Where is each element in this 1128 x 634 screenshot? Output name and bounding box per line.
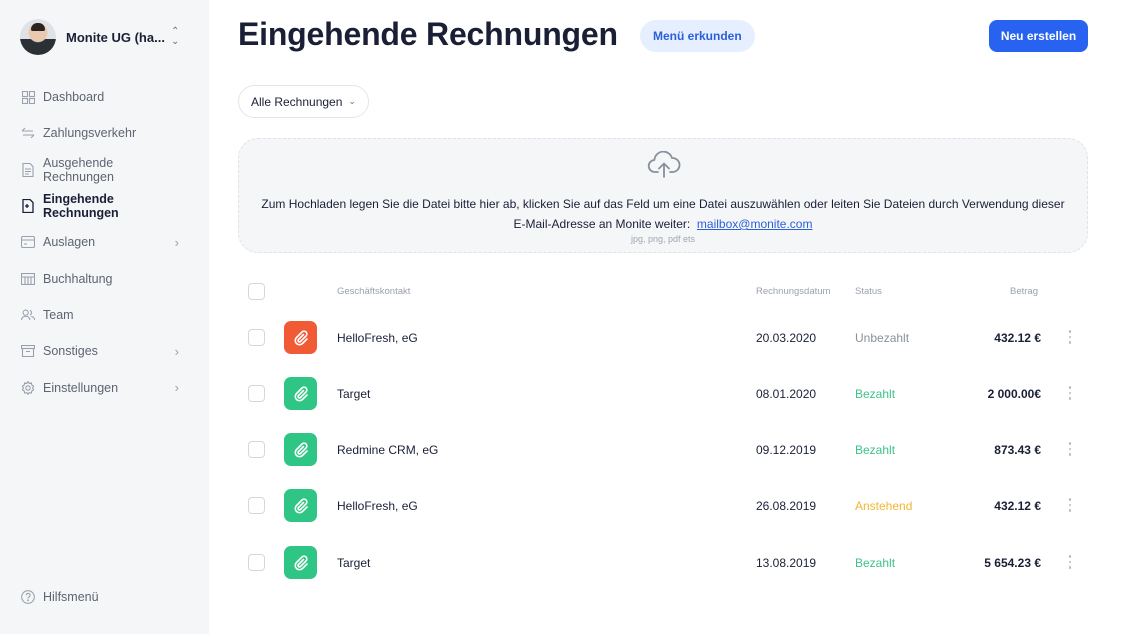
dropzone-file-types: jpg, png, pdf ets xyxy=(630,234,696,244)
row-status: Anstehend xyxy=(855,499,913,513)
row-amount: 5 654.23 € xyxy=(984,556,1041,570)
row-date: 20.03.2020 xyxy=(756,331,817,345)
company-name: Monite UG (ha... xyxy=(66,29,165,45)
transfer-icon xyxy=(21,126,35,140)
mailbox-email-link[interactable]: mailbox@monite.com xyxy=(697,217,813,231)
dropzone-line-2: E-Mail-Adresse an Monite weiter: mailbox… xyxy=(239,214,1087,234)
chevron-right-icon: › xyxy=(174,234,179,250)
upload-dropzone[interactable]: Zum Hochladen legen Sie die Datei bitte … xyxy=(238,138,1088,253)
cloud-upload-icon xyxy=(647,150,681,179)
table-row[interactable]: HelloFresh, eG 20.03.2020 Unbezahlt 432.… xyxy=(238,309,1088,365)
row-amount: 432.12 € xyxy=(994,499,1041,513)
dropzone-instructions: Zum Hochladen legen Sie die Datei bitte … xyxy=(239,194,1087,234)
accounting-icon xyxy=(21,272,35,286)
row-amount: 2 000.00€ xyxy=(987,387,1041,401)
create-new-button[interactable]: Neu erstellen xyxy=(989,20,1088,52)
row-contact: Redmine CRM, eG xyxy=(337,443,439,457)
column-header-contact[interactable]: Geschäftskontakt xyxy=(337,286,410,297)
sidebar-item-label: Ausgehende Rechnungen xyxy=(43,155,114,184)
chevron-down-icon: ⌄ xyxy=(348,96,356,106)
row-contact: HelloFresh, eG xyxy=(337,331,418,345)
incoming-invoice-icon xyxy=(21,199,35,214)
explore-menu-button[interactable]: Menü erkunden xyxy=(640,20,755,52)
gear-icon xyxy=(21,380,35,395)
company-switcher[interactable]: Monite UG (ha... ⌃ ⌄ xyxy=(20,19,179,55)
row-amount: 873.43 € xyxy=(994,443,1041,457)
team-icon xyxy=(21,308,35,322)
row-status: Bezahlt xyxy=(855,387,896,401)
invoice-filter-dropdown[interactable]: Alle Rechnungen ⌄ xyxy=(238,85,369,118)
attachment-icon xyxy=(284,546,317,579)
chevron-right-icon: › xyxy=(174,343,179,359)
table-row[interactable]: HelloFresh, eG 26.08.2019 Anstehend 432.… xyxy=(238,477,1088,533)
attachment-icon xyxy=(284,433,317,466)
sidebar-nav: Dashboard Zahlungsverkehr Ausgehende Rec… xyxy=(0,79,209,406)
row-date: 26.08.2019 xyxy=(756,499,817,513)
help-icon xyxy=(21,590,35,604)
chevron-right-icon: › xyxy=(174,380,179,396)
row-contact: Target xyxy=(337,556,371,570)
row-date: 08.01.2020 xyxy=(756,387,817,401)
help-menu[interactable]: Hilfsmenü xyxy=(21,590,99,604)
avatar xyxy=(20,19,56,55)
table-row[interactable]: Target 13.08.2019 Bezahlt 5 654.23 € xyxy=(238,534,1088,590)
sidebar-item-sonstiges[interactable]: Sonstiges › xyxy=(0,333,209,369)
column-header-amount[interactable]: Betrag xyxy=(1010,286,1038,297)
row-date: 13.08.2019 xyxy=(756,556,817,570)
sidebar-item-buchhaltung[interactable]: Buchhaltung xyxy=(0,260,209,296)
sidebar-item-eingehende-rechnungen[interactable]: Eingehende Rechnungen xyxy=(0,188,209,224)
sidebar-item-team[interactable]: Team xyxy=(0,297,209,333)
dashboard-icon xyxy=(21,90,35,104)
row-more-icon[interactable] xyxy=(1064,495,1076,515)
filter-label: Alle Rechnungen xyxy=(251,94,343,109)
row-more-icon[interactable] xyxy=(1064,327,1076,347)
row-more-icon[interactable] xyxy=(1064,439,1076,459)
row-status: Unbezahlt xyxy=(855,331,910,345)
help-label: Hilfsmenü xyxy=(43,590,99,604)
row-checkbox[interactable] xyxy=(248,385,265,402)
row-status: Bezahlt xyxy=(855,443,896,457)
table-row[interactable]: Redmine CRM, eG 09.12.2019 Bezahlt 873.4… xyxy=(238,421,1088,477)
row-contact: HelloFresh, eG xyxy=(337,499,418,513)
attachment-icon xyxy=(284,321,317,354)
outgoing-invoice-icon xyxy=(21,162,35,177)
row-more-icon[interactable] xyxy=(1064,383,1076,403)
column-header-status[interactable]: Status xyxy=(855,286,882,297)
sidebar: Monite UG (ha... ⌃ ⌄ Dashboard Zahlungsve… xyxy=(0,0,209,634)
expenses-icon xyxy=(21,235,35,249)
dropzone-line-1: Zum Hochladen legen Sie die Datei bitte … xyxy=(261,197,1065,211)
column-header-date[interactable]: Rechnungsdatum xyxy=(756,286,830,297)
row-more-icon[interactable] xyxy=(1064,552,1076,572)
sidebar-item-label: Einstellungen xyxy=(43,380,119,395)
sidebar-item-label: Zahlungsverkehr xyxy=(43,126,137,141)
sidebar-item-label: Team xyxy=(43,307,74,322)
sidebar-item-label: Auslagen xyxy=(43,235,96,250)
sidebar-item-label: Dashboard xyxy=(43,90,105,105)
row-status: Bezahlt xyxy=(855,556,896,570)
chevron-up-down-icon: ⌃ ⌄ xyxy=(170,26,180,47)
page-title: Eingehende Rechnungen xyxy=(238,16,618,52)
sidebar-item-zahlungsverkehr[interactable]: Zahlungsverkehr xyxy=(0,115,209,151)
select-all-checkbox[interactable] xyxy=(248,283,265,300)
row-checkbox[interactable] xyxy=(248,497,265,514)
row-amount: 432.12 € xyxy=(994,331,1041,345)
archive-icon xyxy=(21,344,35,358)
sidebar-item-dashboard[interactable]: Dashboard xyxy=(0,79,209,115)
sidebar-item-einstellungen[interactable]: Einstellungen › xyxy=(0,369,209,405)
row-checkbox[interactable] xyxy=(248,441,265,458)
table-row[interactable]: Target 08.01.2020 Bezahlt 2 000.00€ xyxy=(238,365,1088,421)
sidebar-item-label: Sonstiges xyxy=(43,344,98,359)
sidebar-item-ausgehende-rechnungen[interactable]: Ausgehende Rechnungen xyxy=(0,152,209,188)
row-checkbox[interactable] xyxy=(248,554,265,571)
sidebar-item-label: Buchhaltung xyxy=(43,271,113,286)
sidebar-item-auslagen[interactable]: Auslagen › xyxy=(0,224,209,260)
dropzone-line-2-prefix: E-Mail-Adresse an Monite weiter: xyxy=(513,217,691,231)
row-date: 09.12.2019 xyxy=(756,443,817,457)
attachment-icon xyxy=(284,489,317,522)
sidebar-item-label: Eingehende Rechnungen xyxy=(43,192,119,221)
attachment-icon xyxy=(284,377,317,410)
row-contact: Target xyxy=(337,387,371,401)
row-checkbox[interactable] xyxy=(248,329,265,346)
